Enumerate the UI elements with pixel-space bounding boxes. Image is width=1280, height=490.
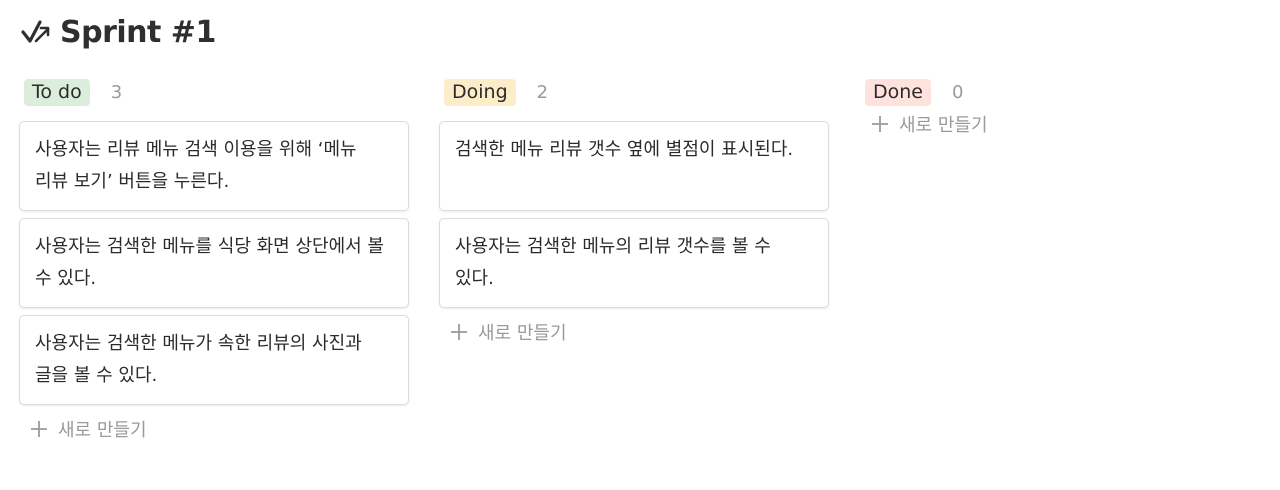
new-card-label: 새로 만들기 <box>478 323 567 344</box>
plus-icon <box>29 419 49 439</box>
card-text: 검색한 메뉴 리뷰 갯수 옆에 별점이 표시된다. <box>455 139 794 160</box>
column-header-done: Done 0 <box>865 78 1252 106</box>
page-title: Sprint #1 <box>60 14 216 50</box>
column-doing: Doing 2 검색한 메뉴 리뷰 갯수 옆에 별점이 표시된다. 사용자는 검… <box>439 78 831 347</box>
plus-icon <box>449 322 469 342</box>
column-done: Done 0 새로 만들기 <box>860 78 1252 139</box>
card[interactable]: 사용자는 검색한 메뉴가 속한 리뷰의 사진과 글을 볼 수 있다. <box>19 315 409 405</box>
status-tag-doing[interactable]: Doing <box>444 78 516 106</box>
column-header-doing: Doing 2 <box>444 78 831 106</box>
card[interactable]: 검색한 메뉴 리뷰 갯수 옆에 별점이 표시된다. <box>439 121 829 211</box>
card-text: 사용자는 검색한 메뉴가 속한 리뷰의 사진과 글을 볼 수 있다. <box>35 333 362 386</box>
kanban-board: Sprint #1 To do 3 사용자는 리뷰 메뉴 검색 이용을 위해 ‘… <box>0 0 1280 490</box>
status-tag-todo[interactable]: To do <box>24 78 90 106</box>
new-card-button-doing[interactable]: 새로 만들기 <box>449 317 831 347</box>
column-todo: To do 3 사용자는 리뷰 메뉴 검색 이용을 위해 ‘메뉴 리뷰 보기’ … <box>19 78 411 444</box>
card[interactable]: 사용자는 검색한 메뉴의 리뷰 갯수를 볼 수 있다. <box>439 218 829 308</box>
new-card-label: 새로 만들기 <box>58 420 147 441</box>
status-tag-done[interactable]: Done <box>865 78 931 106</box>
new-card-button-done[interactable]: 새로 만들기 <box>870 109 1252 139</box>
card[interactable]: 사용자는 검색한 메뉴를 식당 화면 상단에서 볼 수 있다. <box>19 218 409 308</box>
card[interactable]: 사용자는 리뷰 메뉴 검색 이용을 위해 ‘메뉴 리뷰 보기’ 버튼을 누른다. <box>19 121 409 211</box>
count-doing: 2 <box>536 81 549 103</box>
card-text: 사용자는 검색한 메뉴를 식당 화면 상단에서 볼 수 있다. <box>35 236 384 289</box>
plus-icon <box>870 114 890 134</box>
card-text: 사용자는 검색한 메뉴의 리뷰 갯수를 볼 수 있다. <box>455 236 771 289</box>
new-card-button-todo[interactable]: 새로 만들기 <box>29 414 411 444</box>
new-card-label: 새로 만들기 <box>899 115 988 136</box>
page-header: Sprint #1 <box>20 12 216 52</box>
count-done: 0 <box>952 81 964 103</box>
card-text: 사용자는 리뷰 메뉴 검색 이용을 위해 ‘메뉴 리뷰 보기’ 버튼을 누른다. <box>35 139 357 192</box>
count-todo: 3 <box>110 81 123 103</box>
column-header-todo: To do 3 <box>24 78 411 106</box>
sprint-check-icon[interactable] <box>20 16 52 48</box>
